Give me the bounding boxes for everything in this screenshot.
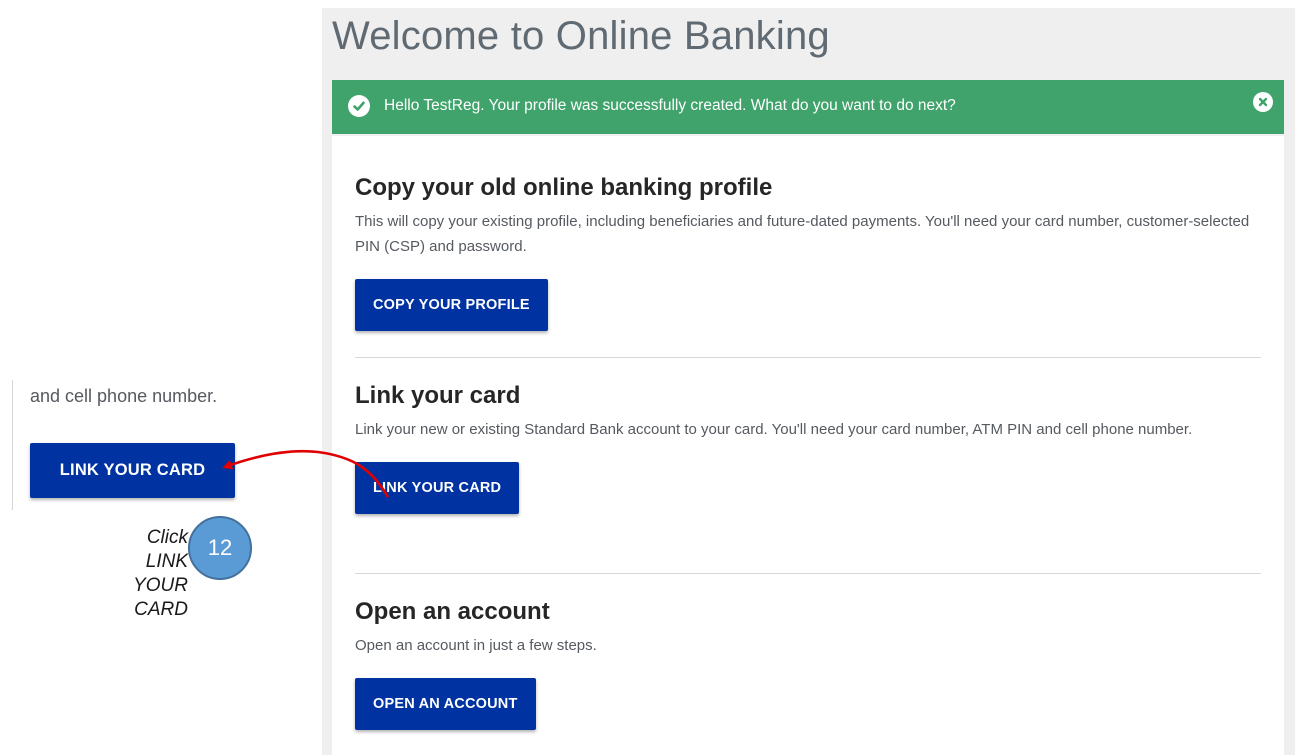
inset-border [12,380,13,510]
options-card: Copy your old online banking profile Thi… [332,136,1284,755]
link-your-card-button-zoomed[interactable]: LINK YOUR CARD [30,443,235,498]
option-open-account: Open an account Open an account in just … [355,598,1261,730]
tutorial-stage: Welcome to Online Banking Hello TestReg.… [0,0,1295,755]
close-circle-icon[interactable] [1253,92,1273,112]
open-an-account-button[interactable]: OPEN AN ACCOUNT [355,678,536,730]
option-title: Copy your old online banking profile [355,174,773,201]
link-your-card-button[interactable]: LINK YOUR CARD [355,462,520,514]
section-divider [355,357,1261,358]
step-number-badge: 12 [188,516,252,580]
page-title: Welcome to Online Banking [332,14,830,58]
inset-text: and cell phone number. [30,386,218,406]
success-alert: Hello TestReg. Your profile was successf… [332,80,1284,134]
alert-message: Hello TestReg. Your profile was successf… [384,97,956,114]
option-copy-profile: Copy your old online banking profile Thi… [355,174,1261,331]
option-description: This will copy your existing profile, in… [355,213,1250,255]
online-banking-panel: Welcome to Online Banking Hello TestReg.… [322,8,1295,755]
copy-your-profile-button[interactable]: COPY YOUR PROFILE [355,279,548,331]
option-title: Link your card [355,382,521,409]
instruction-text: Click LINK YOUR CARD [133,527,188,620]
option-description: Link your new or existing Standard Bank … [355,421,1193,438]
zoom-inset: and cell phone number. LINK YOUR CARD [0,380,270,510]
option-title: Open an account [355,598,550,625]
section-divider [355,573,1261,574]
option-link-card: Link your card Link your new or existing… [355,382,1261,514]
check-circle-icon [348,95,370,117]
option-description: Open an account in just a few steps. [355,637,597,654]
